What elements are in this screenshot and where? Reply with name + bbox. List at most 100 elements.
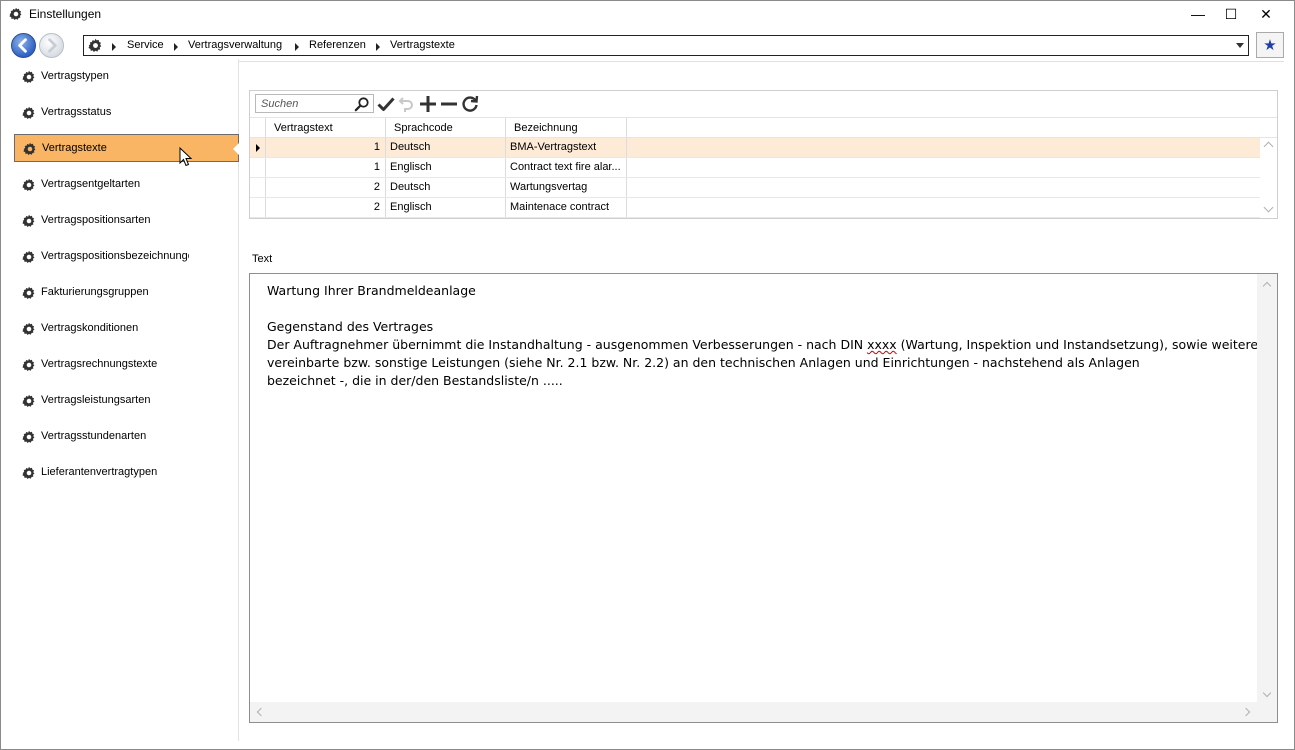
sidebar-item-vertragstexte[interactable]: Vertragstexte [14, 134, 239, 162]
row-indicator [250, 138, 266, 157]
cell-bezeichnung[interactable]: BMA-Vertragstext [506, 138, 627, 157]
table-row[interactable]: 2 Englisch Maintenace contract [250, 198, 1260, 218]
gear-icon [22, 178, 35, 192]
search-icon[interactable] [354, 96, 370, 112]
cell-sprachcode[interactable]: Englisch [386, 198, 506, 217]
undo-icon[interactable] [397, 94, 417, 114]
gear-icon [23, 142, 36, 156]
chevron-left-icon[interactable] [256, 707, 266, 717]
cell-vertragstext[interactable]: 1 [266, 138, 386, 157]
gear-icon [9, 7, 22, 21]
breadcrumb-item-referenzen[interactable]: Referenzen [309, 39, 366, 51]
cell-sprachcode[interactable]: Englisch [386, 158, 506, 177]
close-button[interactable]: ✕ [1249, 1, 1283, 27]
remove-icon[interactable] [439, 94, 459, 114]
gear-icon [22, 106, 35, 120]
cell-vertragstext[interactable]: 1 [266, 158, 386, 177]
gear-icon [22, 394, 35, 408]
sidebar-item-label: Vertragstypen [41, 70, 109, 82]
sidebar: Vertragstypen Vertragsstatus Vertragstex… [1, 59, 239, 741]
breadcrumb-item-service[interactable]: Service [127, 39, 164, 51]
vertical-scrollbar[interactable] [1257, 274, 1277, 704]
arrow-right-icon [48, 38, 57, 53]
arrow-left-icon [18, 38, 27, 53]
search-placeholder: Suchen [261, 98, 299, 110]
column-header-bezeichnung[interactable]: Bezeichnung [506, 118, 627, 138]
back-button[interactable] [11, 33, 36, 58]
check-icon[interactable] [376, 94, 396, 114]
chevron-up-icon[interactable] [1262, 281, 1272, 291]
text-fragment: (Wartung, Inspektion und Instandsetzung)… [896, 337, 1259, 352]
sidebar-item-vertragsstundenarten[interactable]: Vertragsstundenarten [14, 423, 239, 451]
sidebar-item-lieferantenvertragtypen[interactable]: Lieferantenvertragtypen [14, 459, 239, 487]
refresh-icon[interactable] [460, 94, 480, 114]
cell-bezeichnung[interactable]: Wartungsvertag [506, 178, 627, 197]
sidebar-item-vertragsleistungsarten[interactable]: Vertragsleistungsarten [14, 387, 239, 415]
sidebar-item-label: Vertragspositionsbezeichnungen [41, 250, 189, 262]
chevron-down-icon[interactable] [1262, 688, 1272, 698]
breadcrumb-item-vertragstexte[interactable]: Vertragstexte [390, 39, 455, 51]
spelling-error: xxxx [867, 337, 897, 352]
sidebar-item-label: Vertragskonditionen [41, 322, 139, 334]
column-header-sprachcode[interactable]: Sprachcode [386, 118, 506, 138]
favorites-button[interactable]: ★ [1256, 32, 1284, 58]
sidebar-item-fakturierungsgruppen[interactable]: Fakturierungsgruppen [14, 279, 239, 307]
sidebar-item-label: Lieferantenvertragtypen [41, 466, 158, 478]
cell-sprachcode[interactable]: Deutsch [386, 138, 506, 157]
chevron-right-icon [295, 43, 299, 51]
grid-scrollbar[interactable] [1261, 138, 1277, 217]
column-header-vertragstext[interactable]: Vertragstext [266, 118, 386, 138]
sidebar-item-vertragsrechnungstexte[interactable]: Vertragsrechnungstexte [14, 351, 239, 379]
add-icon[interactable] [418, 94, 438, 114]
settings-window: Einstellungen — ☐ ✕ Service Vertragsverw… [0, 0, 1295, 750]
text-fragment: Der Auftragnehmer übernimmt die Instandh… [267, 337, 868, 352]
sidebar-item-vertragsstatus[interactable]: Vertragsstatus [14, 99, 239, 127]
cell-vertragstext[interactable]: 2 [266, 198, 386, 217]
chevron-down-icon[interactable] [1263, 202, 1274, 213]
gear-icon [22, 286, 35, 300]
text-line: bezeichnet -, die in der/den Bestandslis… [267, 373, 563, 388]
cell-sprachcode[interactable]: Deutsch [386, 178, 506, 197]
text-line: Wartung Ihrer Brandmeldeanlage [267, 283, 476, 298]
chevron-right-icon [376, 43, 380, 51]
scrollbar-corner [1257, 702, 1277, 722]
sidebar-item-vertragsentgeltarten[interactable]: Vertragsentgeltarten [14, 171, 239, 199]
mouse-cursor-icon [179, 147, 193, 167]
maximize-button[interactable]: ☐ [1214, 1, 1248, 27]
cell-vertragstext[interactable]: 2 [266, 178, 386, 197]
grid-header: Vertragstext Sprachcode Bezeichnung [250, 117, 1277, 138]
breadcrumb[interactable]: Service Vertragsverwaltung Referenzen Ve… [83, 35, 1249, 56]
cell-bezeichnung[interactable]: Contract text fire alar... [506, 158, 627, 177]
text-editor[interactable]: Wartung Ihrer Brandmeldeanlage Gegenstan… [249, 273, 1278, 723]
gear-icon [22, 70, 35, 84]
horizontal-scrollbar[interactable] [250, 702, 1257, 722]
row-indicator [250, 178, 266, 197]
star-icon: ★ [1263, 37, 1277, 54]
chevron-right-icon [112, 43, 116, 51]
divider [239, 61, 1284, 62]
window-title: Einstellungen [29, 7, 102, 21]
breadcrumb-item-vertragsverwaltung[interactable]: Vertragsverwaltung [188, 39, 282, 51]
gear-icon [22, 358, 35, 372]
minimize-button[interactable]: — [1181, 1, 1215, 27]
sidebar-item-label: Vertragsentgeltarten [41, 178, 141, 190]
table-row[interactable]: 1 Deutsch BMA-Vertragstext [250, 138, 1260, 158]
sidebar-item-label: Vertragsstatus [41, 106, 112, 118]
chevron-down-icon[interactable] [1236, 43, 1244, 48]
row-indicator [250, 198, 266, 217]
text-content[interactable]: Wartung Ihrer Brandmeldeanlage Gegenstan… [267, 282, 1259, 390]
forward-button[interactable] [39, 33, 64, 58]
sidebar-item-vertragspositionsbezeichnungen[interactable]: Vertragspositionsbezeichnungen [14, 243, 239, 271]
chevron-up-icon[interactable] [1263, 141, 1274, 152]
sidebar-item-vertragskonditionen[interactable]: Vertragskonditionen [14, 315, 239, 343]
gear-icon [22, 430, 35, 444]
sidebar-item-vertragstypen[interactable]: Vertragstypen [14, 63, 239, 91]
gear-icon [88, 38, 102, 52]
chevron-right-icon[interactable] [1241, 707, 1251, 717]
cell-bezeichnung[interactable]: Maintenace contract [506, 198, 627, 217]
table-row[interactable]: 2 Deutsch Wartungsvertag [250, 178, 1260, 198]
search-input[interactable]: Suchen [255, 94, 374, 113]
navigation-bar: Service Vertragsverwaltung Referenzen Ve… [1, 31, 1294, 59]
sidebar-item-vertragspositionsarten[interactable]: Vertragspositionsarten [14, 207, 239, 235]
table-row[interactable]: 1 Englisch Contract text fire alar... [250, 158, 1260, 178]
